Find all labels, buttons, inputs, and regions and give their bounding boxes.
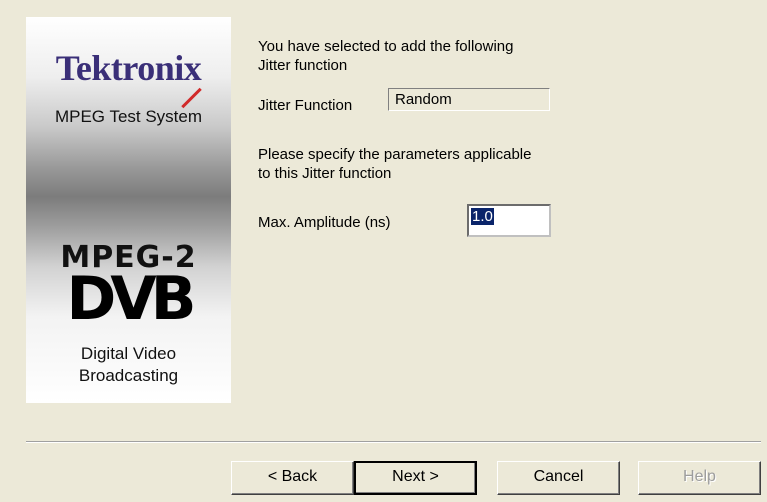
tektronix-logo: Tektronix — [55, 48, 202, 88]
dvb-caption-line1: Digital Video — [80, 344, 177, 363]
jitter-function-label: Jitter Function — [258, 97, 353, 114]
max-amplitude-label: Max. Amplitude (ns) — [258, 214, 391, 231]
footer-separator-highlight — [26, 442, 761, 443]
max-amplitude-value: 1.0 — [471, 208, 494, 225]
dvb-caption-line2: Broadcasting — [78, 366, 179, 385]
next-button[interactable]: Next > — [354, 461, 477, 495]
dvb-caption: Digital Video Broadcasting — [26, 343, 231, 387]
params-line2: to this Jitter function — [258, 165, 392, 182]
back-button[interactable]: < Back — [231, 461, 354, 495]
banner-subtitle: MPEG Test System — [54, 107, 203, 126]
product-banner: Tektronix MPEG Test System MPEG-2 DVB Di… — [26, 17, 231, 403]
help-button[interactable]: Help — [638, 461, 761, 495]
max-amplitude-input[interactable]: 1.0 — [467, 204, 551, 237]
dvb-logo: DVB — [66, 264, 197, 334]
params-line1: Please specify the parameters applicable — [258, 146, 532, 163]
cancel-button[interactable]: Cancel — [497, 461, 620, 495]
intro-line1: You have selected to add the following — [258, 38, 514, 55]
logo-slash-mark — [181, 87, 202, 109]
jitter-function-value: Random — [388, 88, 550, 111]
intro-line2: Jitter function — [258, 57, 348, 74]
